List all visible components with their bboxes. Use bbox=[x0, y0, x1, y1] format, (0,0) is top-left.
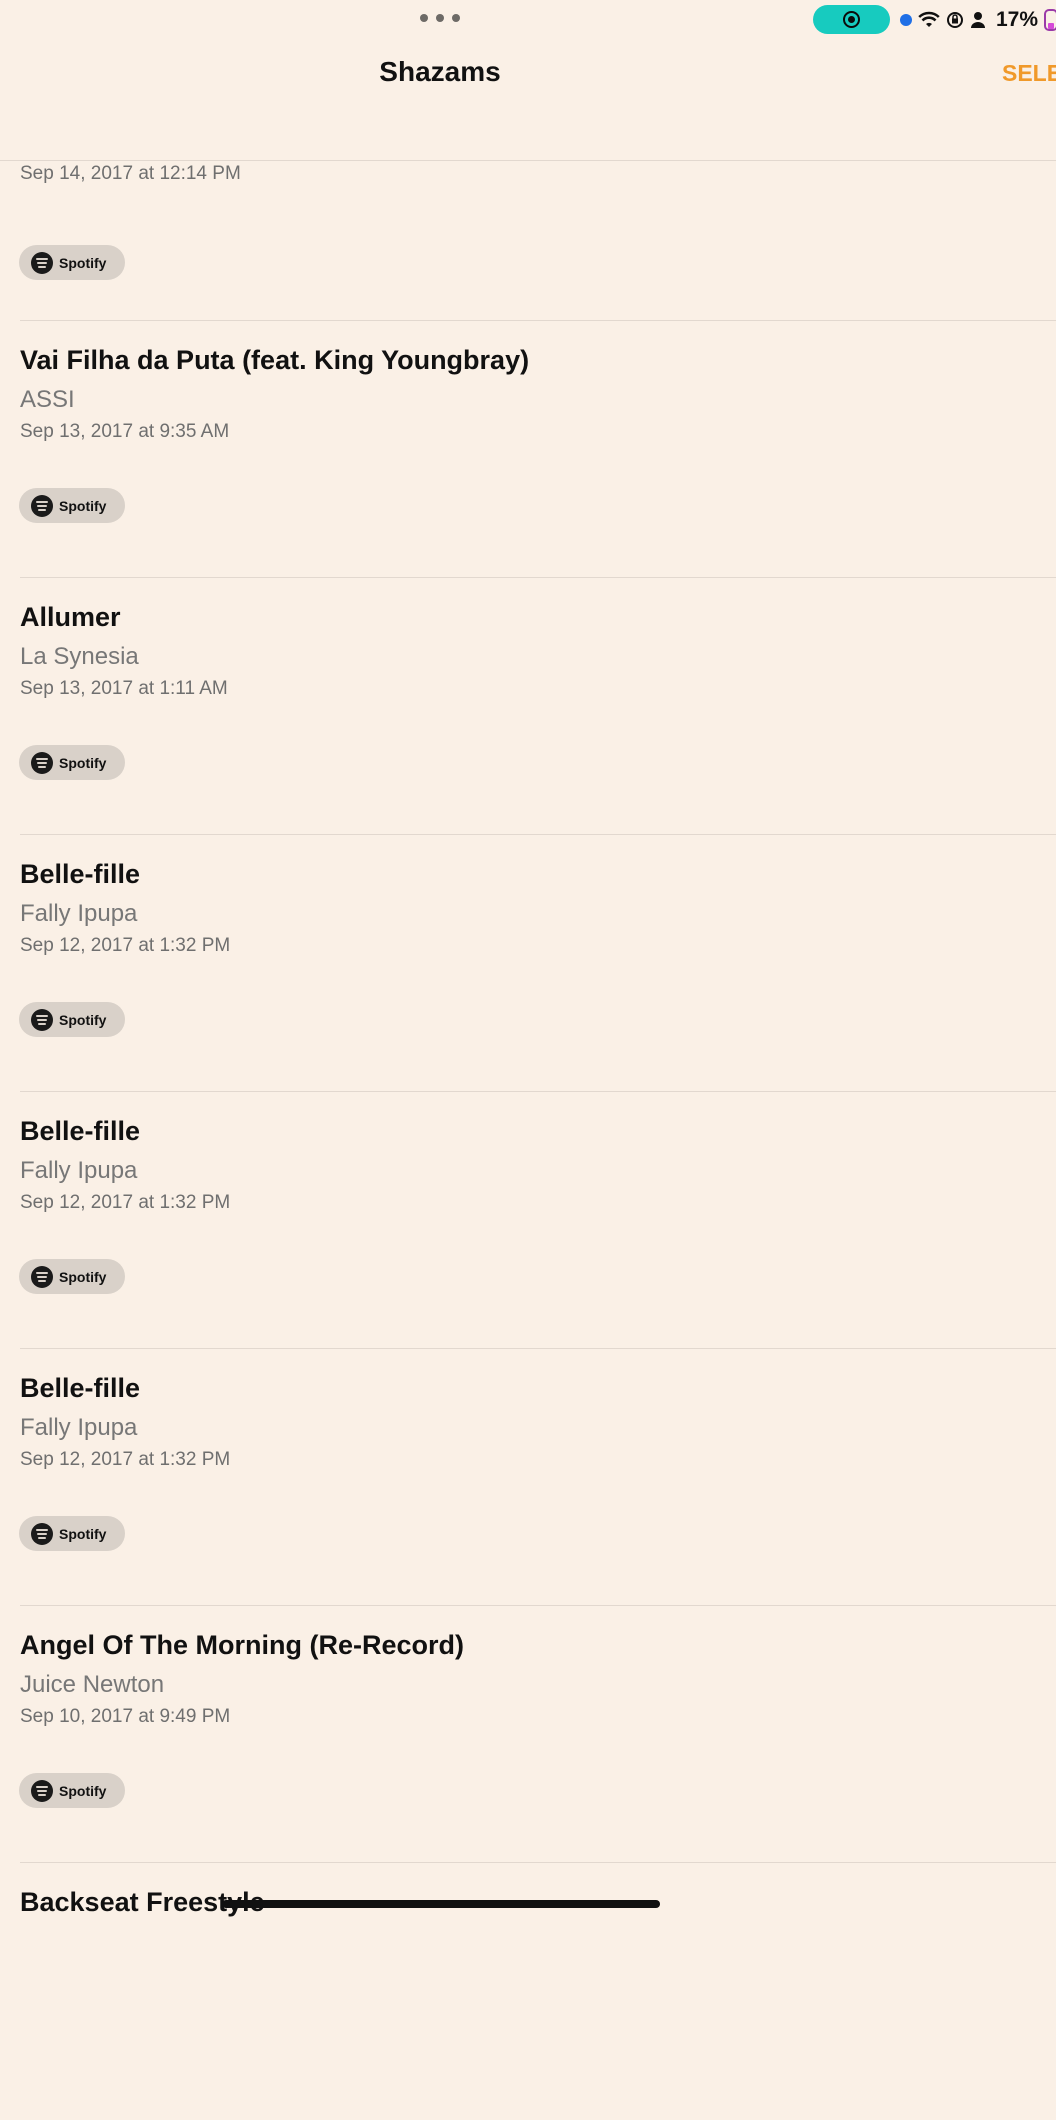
song-title: Angel Of The Morning (Re-Record) bbox=[20, 1630, 464, 1660]
item-date: Sep 12, 2017 at 1:32 PM bbox=[20, 935, 231, 956]
shazam-list: Sep 14, 2017 at 12:14 PM Spotify Vai Fil… bbox=[0, 161, 1056, 2120]
open-in-spotify-button[interactable]: Spotify bbox=[19, 488, 125, 523]
open-in-spotify-button[interactable]: Spotify bbox=[19, 1259, 125, 1294]
spotify-label: Spotify bbox=[59, 1782, 107, 1799]
location-dot-icon bbox=[900, 14, 912, 26]
status-bar: 17% bbox=[0, 0, 1056, 40]
open-in-spotify-button[interactable]: Spotify bbox=[19, 1516, 125, 1551]
open-in-spotify-button[interactable]: Spotify bbox=[19, 1773, 125, 1808]
song-artist: La Synesia bbox=[20, 643, 139, 670]
song-title: Vai Filha da Puta (feat. King Youngbray) bbox=[20, 345, 530, 375]
wifi-icon bbox=[918, 11, 940, 27]
spotify-icon bbox=[31, 1779, 53, 1802]
status-icons: 17% bbox=[900, 8, 1056, 32]
open-in-spotify-button[interactable]: Spotify bbox=[19, 1002, 125, 1037]
list-item[interactable]: Allumer La Synesia Sep 13, 2017 at 1:11 … bbox=[0, 578, 1056, 835]
list-item[interactable]: Belle-fille Fally Ipupa Sep 12, 2017 at … bbox=[0, 1092, 1056, 1349]
list-item[interactable]: Belle-fille Fally Ipupa Sep 12, 2017 at … bbox=[0, 1349, 1056, 1606]
spotify-icon bbox=[31, 1008, 53, 1031]
song-title: Belle-fille bbox=[20, 859, 141, 889]
spotify-icon bbox=[31, 1265, 53, 1288]
open-in-spotify-button[interactable]: Spotify bbox=[19, 245, 125, 280]
list-item[interactable]: Angel Of The Morning (Re-Record) Juice N… bbox=[0, 1606, 1056, 1863]
spotify-icon bbox=[31, 751, 53, 774]
spotify-label: Spotify bbox=[59, 497, 107, 514]
select-button[interactable]: SELE bbox=[1002, 60, 1056, 87]
spotify-icon bbox=[31, 494, 53, 517]
item-date: Sep 12, 2017 at 1:32 PM bbox=[20, 1449, 231, 1470]
song-title: Belle-fille bbox=[20, 1373, 141, 1403]
spotify-label: Spotify bbox=[59, 1268, 107, 1285]
screen-record-icon bbox=[843, 11, 860, 28]
spotify-label: Spotify bbox=[59, 754, 107, 771]
item-date: Sep 13, 2017 at 9:35 AM bbox=[20, 421, 230, 442]
song-artist: Fally Ipupa bbox=[20, 1157, 138, 1184]
spotify-label: Spotify bbox=[59, 1011, 107, 1028]
page-title: Shazams bbox=[379, 56, 501, 87]
battery-percent: 17% bbox=[996, 8, 1039, 31]
item-date: Sep 10, 2017 at 9:49 PM bbox=[20, 1706, 231, 1727]
more-dots-icon[interactable] bbox=[420, 8, 460, 28]
spotify-icon bbox=[31, 251, 53, 274]
item-date: Sep 13, 2017 at 1:11 AM bbox=[20, 678, 228, 699]
list-item[interactable]: Belle-fille Fally Ipupa Sep 12, 2017 at … bbox=[0, 835, 1056, 1092]
song-artist: ASSI bbox=[20, 386, 75, 413]
spotify-icon bbox=[31, 1522, 53, 1545]
item-date: Sep 12, 2017 at 1:32 PM bbox=[20, 1192, 231, 1213]
rotation-lock-icon bbox=[947, 12, 963, 28]
song-artist: Fally Ipupa bbox=[20, 900, 138, 927]
battery-icon bbox=[1044, 9, 1056, 31]
song-title: Allumer bbox=[20, 602, 121, 632]
person-icon bbox=[971, 12, 985, 28]
song-title: Belle-fille bbox=[20, 1116, 141, 1146]
screen-record-indicator[interactable] bbox=[813, 5, 890, 34]
song-artist: Fally Ipupa bbox=[20, 1414, 138, 1441]
spotify-label: Spotify bbox=[59, 254, 107, 271]
list-item[interactable]: Vai Filha da Puta (feat. King Youngbray)… bbox=[0, 321, 1056, 578]
item-date: Sep 14, 2017 at 12:14 PM bbox=[20, 163, 241, 184]
list-item[interactable]: Sep 14, 2017 at 12:14 PM Spotify bbox=[0, 161, 1056, 321]
spotify-label: Spotify bbox=[59, 1525, 107, 1542]
open-in-spotify-button[interactable]: Spotify bbox=[19, 745, 125, 780]
navigation-bar: Shazams SELE bbox=[0, 40, 1056, 160]
home-indicator[interactable] bbox=[222, 1900, 660, 1908]
song-artist: Juice Newton bbox=[20, 1671, 165, 1698]
